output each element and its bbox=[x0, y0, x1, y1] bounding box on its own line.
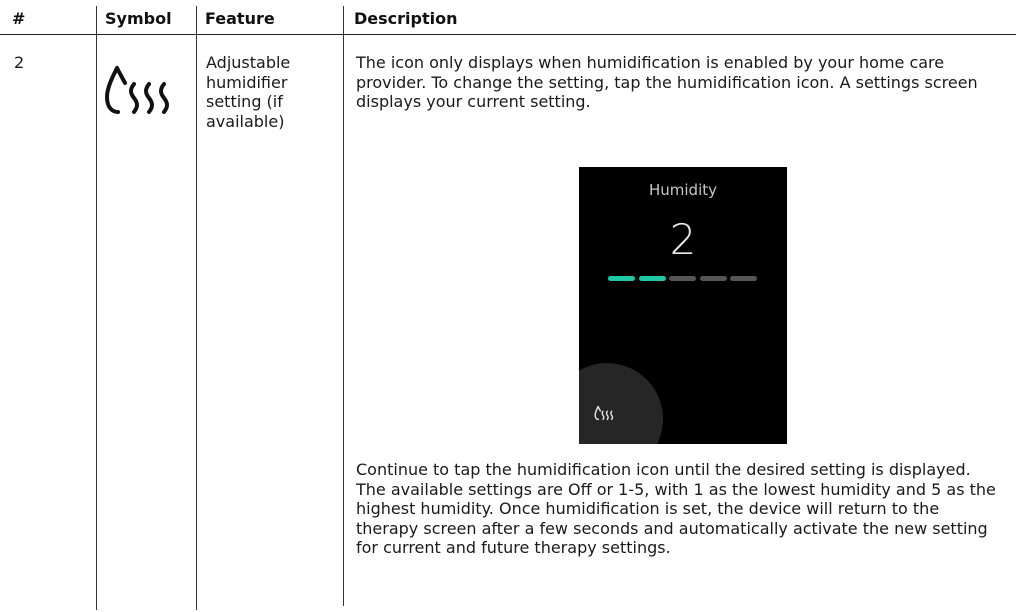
column-divider bbox=[96, 6, 97, 610]
device-screen-title: Humidity bbox=[648, 181, 717, 199]
row-number: 2 bbox=[14, 53, 25, 72]
humidifier-button[interactable] bbox=[579, 363, 663, 444]
description-intro: The icon only displays when humidificati… bbox=[356, 53, 978, 111]
humidity-level-segment bbox=[699, 276, 727, 281]
feature-text: Adjustable humidifier setting (if availa… bbox=[206, 53, 291, 131]
device-screen: Humidity 2 bbox=[579, 167, 787, 444]
column-divider bbox=[343, 6, 344, 606]
humidifier-icon[interactable] bbox=[594, 404, 616, 422]
humidity-level-bar bbox=[608, 276, 758, 282]
description-details: Continue to tap the humidification icon … bbox=[356, 460, 996, 557]
header-feature: Feature bbox=[205, 9, 275, 28]
header-divider bbox=[0, 34, 1016, 35]
header-description: Description bbox=[354, 9, 458, 28]
humidity-level-segment bbox=[730, 276, 757, 281]
humidity-value: 2 bbox=[669, 215, 697, 264]
humidity-level-segment bbox=[608, 276, 635, 281]
humidifier-icon bbox=[105, 66, 169, 114]
humidity-level-segment bbox=[638, 276, 666, 281]
header-number: # bbox=[12, 9, 26, 28]
document-page: # Symbol Feature Description 2 Adjustabl… bbox=[0, 0, 1016, 612]
humidity-level-segment bbox=[669, 276, 696, 281]
column-divider bbox=[196, 6, 197, 610]
header-symbol: Symbol bbox=[105, 9, 172, 28]
